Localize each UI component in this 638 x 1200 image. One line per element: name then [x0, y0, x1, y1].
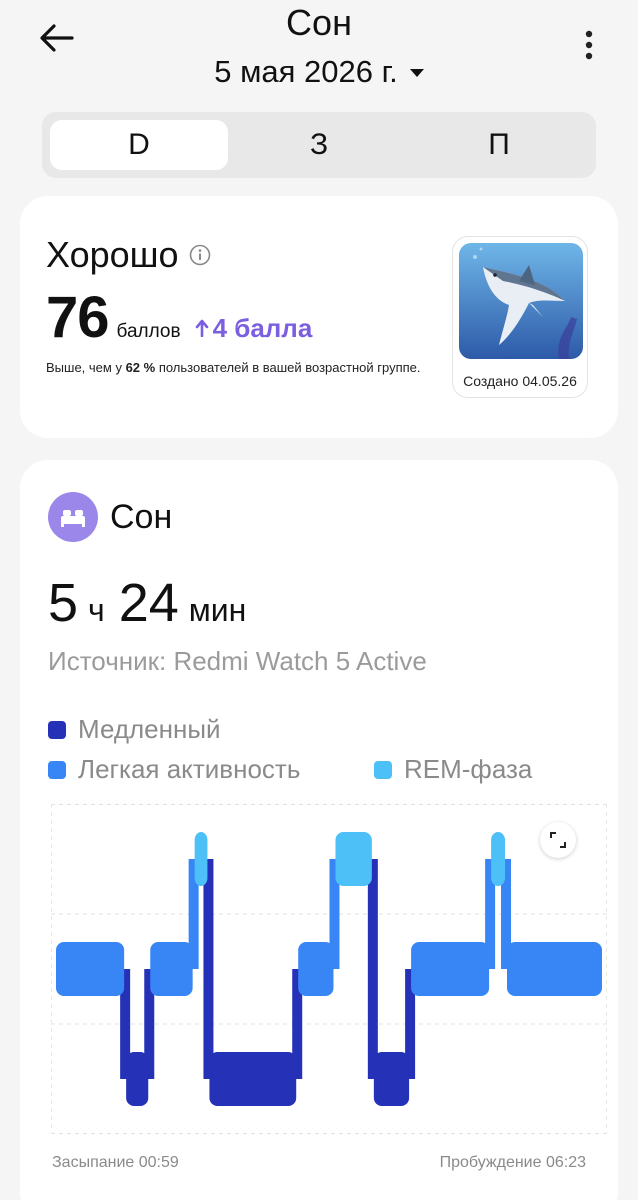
stage-segment-deep [373, 1052, 410, 1106]
score-unit: баллов [116, 321, 181, 342]
arrow-up-icon [195, 319, 208, 337]
sleep-start-label: Засыпание 00:59 [52, 1154, 179, 1171]
stage-segment-deep [209, 1052, 297, 1106]
tab-week[interactable]: З [230, 120, 408, 170]
light-swatch-icon [48, 760, 66, 779]
date-selector[interactable]: 5 мая 2026 г. [0, 54, 638, 90]
period-tabs: D З П [42, 112, 596, 178]
stage-segment-light [150, 942, 193, 996]
tab-month[interactable]: П [410, 120, 588, 170]
stage-segment-light [56, 942, 125, 996]
score-delta: 4 балла [195, 313, 312, 344]
stage-segment-rem [194, 832, 208, 886]
score-label: Хорошо [46, 234, 179, 275]
stage-segment-deep [126, 1052, 149, 1106]
page-title: Сон [286, 2, 352, 43]
stage-transition [203, 859, 214, 1079]
score-comparison: Выше, чем у 62 % пользователей в вашей в… [46, 360, 421, 375]
badge-caption: Создано 04.05.26 [463, 373, 577, 389]
legend-rem: REM-фаза [374, 754, 532, 785]
stage-segment-rem [335, 832, 372, 886]
shark-illustration [459, 243, 583, 359]
sleep-section-title: Сон [110, 497, 173, 536]
sleep-animal-badge[interactable]: Создано 04.05.26 [452, 236, 588, 398]
sleep-duration: 5 ч 24 мин [48, 573, 247, 633]
bed-icon [48, 492, 98, 542]
stage-transition [367, 859, 378, 1079]
sleep-stages-chart[interactable] [51, 804, 607, 1134]
expand-icon [550, 832, 566, 848]
sleep-score-card[interactable]: Хорошо 76 баллов 4 балла Выше, чем у 62 … [20, 196, 618, 438]
sleep-detail-card: Сон 5 ч 24 мин Источник: Redmi Watch 5 A… [20, 460, 618, 1200]
legend-deep: Медленный [48, 714, 221, 745]
more-options-icon[interactable] [578, 28, 600, 62]
rem-swatch-icon [374, 760, 392, 779]
legend-light: Легкая активность [48, 754, 300, 785]
stage-segment-rem [491, 832, 506, 886]
caret-down-icon [409, 69, 424, 77]
date-label: 5 мая 2026 г. [214, 54, 398, 89]
stage-segment-light [411, 942, 490, 996]
score-value: 76 [46, 285, 110, 350]
expand-chart-button[interactable] [540, 822, 576, 858]
stage-segment-light [298, 942, 334, 996]
deep-swatch-icon [48, 720, 66, 739]
info-icon[interactable] [189, 244, 211, 266]
wake-up-label: Пробуждение 06:23 [439, 1154, 586, 1171]
data-source: Источник: Redmi Watch 5 Active [48, 646, 427, 676]
header: Сон 5 мая 2026 г. [0, 0, 638, 100]
stage-segment-light [507, 942, 602, 996]
tab-day[interactable]: D [50, 120, 228, 170]
